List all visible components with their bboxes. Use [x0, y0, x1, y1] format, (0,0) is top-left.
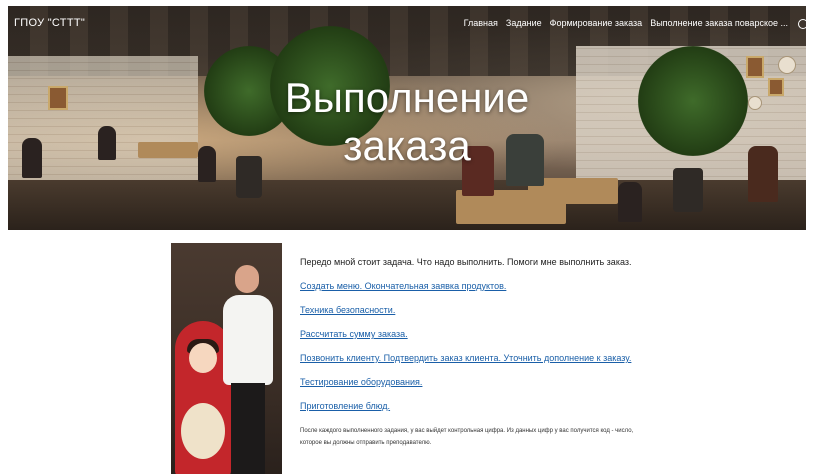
wall-plate [778, 56, 796, 74]
instruction-note-line1: После каждого выполненного задания, у ва… [300, 428, 634, 434]
link-cooking[interactable]: Приготовление блюд. [300, 401, 710, 411]
page-title-line1: Выполнение [284, 74, 530, 121]
intro-text: Передо мной стоит задача. Что надо выпол… [300, 257, 632, 267]
restaurant-chair [618, 182, 642, 222]
link-calculate-sum[interactable]: Рассчитать сумму заказа. [300, 329, 710, 339]
top-nav: Главная Задание Формирование заказа Выпо… [464, 18, 808, 29]
chef-pants [231, 383, 265, 474]
link-safety[interactable]: Техника безопасности. [300, 305, 710, 315]
chef-head [235, 265, 259, 293]
page-title-line2: заказа [343, 122, 471, 169]
chef-jacket [223, 295, 273, 385]
link-create-menu[interactable]: Создать меню. Окончательная заявка проду… [300, 281, 710, 291]
instruction-note: После каждого выполненного задания, у ва… [300, 425, 720, 449]
doll-face [189, 343, 217, 373]
page-title: Выполнение заказа [8, 74, 806, 170]
chef-photo [171, 243, 282, 474]
hero-banner: Выполнение заказа [8, 6, 806, 230]
instruction-note-line2: которое вы должны отправить преподавател… [300, 440, 432, 446]
link-test-equipment[interactable]: Тестирование оборудования. [300, 377, 710, 387]
nav-item-home[interactable]: Главная [464, 18, 498, 29]
plant-pot [673, 168, 703, 212]
nav-item-order-forming[interactable]: Формирование заказа [550, 18, 643, 29]
site-brand[interactable]: ГПОУ "СТТТ" [14, 17, 85, 29]
nav-item-task[interactable]: Задание [506, 18, 542, 29]
doll-belly [181, 403, 225, 459]
nav-item-order-execution[interactable]: Выполнение заказа поварское ... [650, 18, 788, 29]
search-icon[interactable] [798, 19, 808, 29]
link-call-client[interactable]: Позвонить клиенту. Подтвердить заказ кли… [300, 353, 710, 363]
main-content: Передо мной стоит задача. Что надо выпол… [300, 257, 710, 449]
